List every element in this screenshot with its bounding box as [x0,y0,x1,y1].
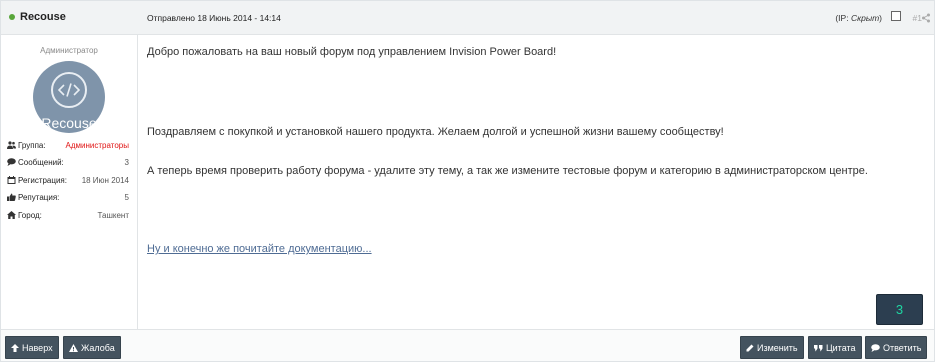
post-date: Отправлено 18 Июнь 2014 - 14:14 [147,13,281,23]
forum-post: Recouse Отправлено 18 Июнь 2014 - 14:14 … [0,0,935,362]
info-row-posts: Сообщений: 3 [7,157,131,169]
info-label: Сообщений: [18,158,64,167]
post-select-checkbox[interactable] [891,11,901,21]
ip-value: Скрыт [850,13,880,23]
info-row-group: Группа: Администраторы [7,140,131,152]
post-paragraph: Добро пожаловать на ваш новый форум под … [147,46,557,58]
reply-label: Ответить [883,342,922,353]
back-to-top-button[interactable]: Наверх [5,336,59,359]
report-button[interactable]: Жалоба [63,336,121,359]
avatar[interactable]: Recouse [33,61,105,133]
info-row-registration: Регистрация: 18 Июн 2014 [7,175,131,187]
comment-icon [871,343,880,352]
info-label: Регистрация: [18,176,67,185]
users-icon [7,141,16,149]
online-status-icon [9,14,15,20]
avatar-name: Recouse [41,115,97,131]
post-paragraph: А теперь время проверить работу форума -… [147,165,868,177]
info-value: 18 Июн 2014 [81,176,129,185]
post-header: Recouse Отправлено 18 Июнь 2014 - 14:14 … [1,1,934,35]
code-icon [51,72,87,108]
report-label: Жалоба [81,342,115,353]
calendar-icon [7,176,16,184]
share-icon[interactable] [922,13,930,23]
post-footer: Наверх Жалоба Изменить Цитата Ответить [1,329,934,361]
author-sidebar: Администратор Recouse Группа: Администра… [1,35,138,329]
comment-icon [7,158,16,166]
member-role: Администратор [40,46,98,55]
post-paragraph: Поздравляем с покупкой и установкой наше… [147,126,724,138]
quote-icon [814,344,823,351]
post-number-link[interactable]: #1 [913,13,922,23]
info-label: Группа: [18,141,46,150]
arrow-up-icon [11,343,19,352]
documentation-link[interactable]: Ну и конечно же почитайте документацию..… [147,243,372,255]
info-label: Репутация: [18,193,60,202]
info-label: Город: [18,211,42,220]
reply-button[interactable]: Ответить [865,336,928,359]
ip-suffix: ) [879,13,882,23]
group-value: Администраторы [65,141,129,150]
reputation-badge[interactable]: 3 [876,294,923,325]
warning-icon [69,343,78,352]
info-row-city: Город: Ташкент [7,210,131,222]
home-icon [7,211,16,219]
quote-button[interactable]: Цитата [808,336,862,359]
info-row-reputation: Репутация: 5 [7,192,131,204]
info-value: 5 [124,193,129,202]
author-name-link[interactable]: Recouse [20,11,66,23]
quote-label: Цитата [826,342,856,353]
info-value: 3 [124,158,129,167]
ip-prefix: (IP: [835,13,851,23]
edit-label: Изменить [757,342,798,353]
info-value: Ташкент [97,211,129,220]
back-to-top-label: Наверх [22,342,53,353]
pencil-icon [746,344,754,351]
ip-info: (IP: Скрыт) [835,13,882,23]
edit-button[interactable]: Изменить [740,336,804,359]
thumbs-up-icon [7,193,16,201]
